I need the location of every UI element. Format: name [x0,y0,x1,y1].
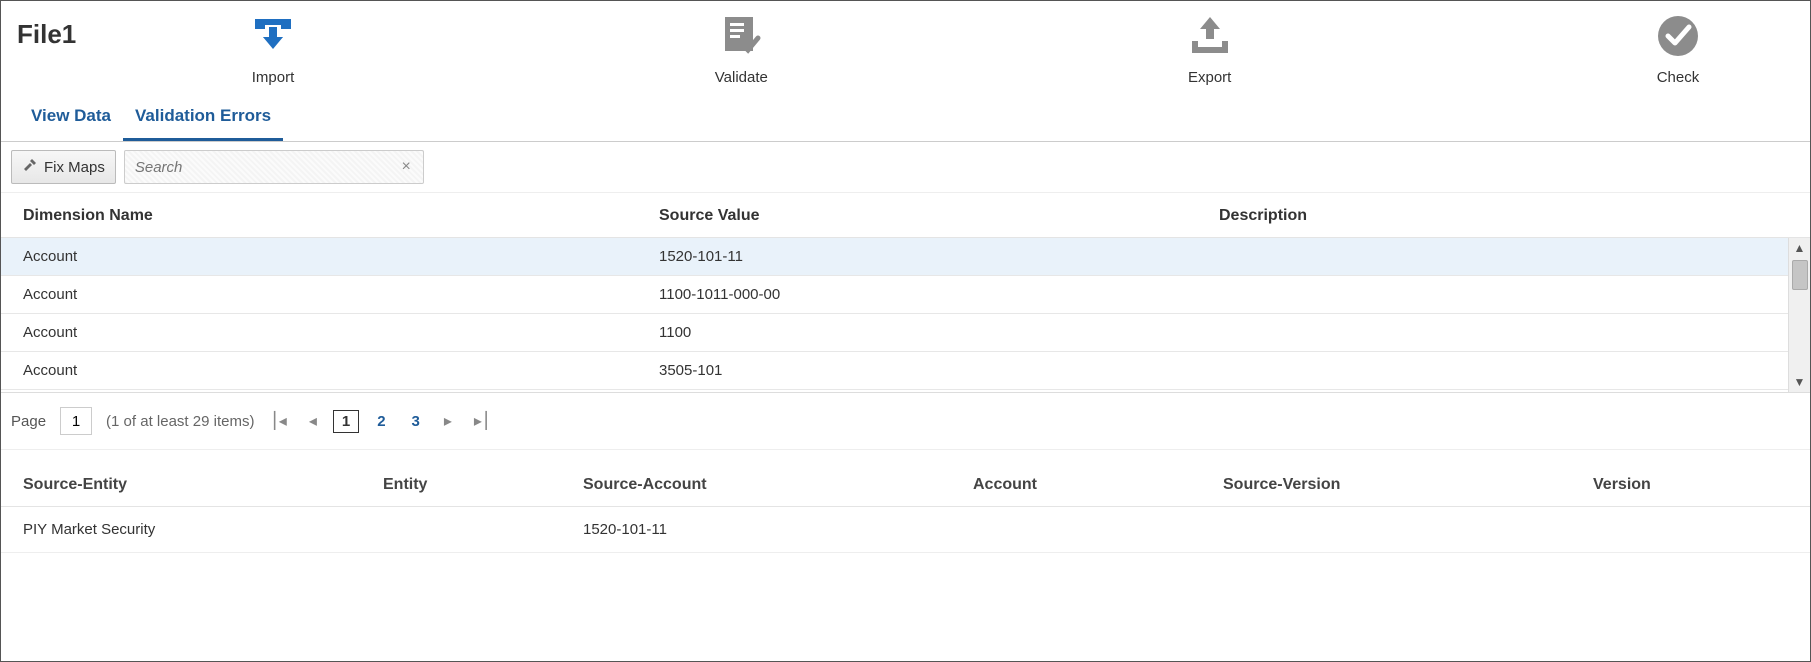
errors-table-body: Account 1520-101-11 Account 1100-1011-00… [1,238,1810,393]
search-field-wrap: × [124,150,424,184]
import-button[interactable]: Import [213,11,333,86]
fix-maps-label: Fix Maps [44,159,105,176]
errors-table: Dimension Name Source Value Description … [1,193,1810,393]
export-label: Export [1188,69,1231,86]
vertical-scrollbar[interactable]: ▲ ▼ [1788,238,1810,392]
page-number-2[interactable]: 2 [369,411,393,432]
check-icon [1652,11,1704,61]
scroll-thumb[interactable] [1792,260,1808,290]
cell-source-entity: PIY Market Security [1,521,361,538]
page-title: File1 [13,11,213,58]
import-icon [247,11,299,61]
last-page-icon[interactable]: ▸⎮ [468,409,496,433]
cell-source-value: 1100 [651,324,1211,341]
scroll-down-icon[interactable]: ▼ [1789,372,1810,392]
prev-page-icon[interactable]: ◂ [303,409,323,433]
cell-dimension: Account [1,362,651,379]
validate-label: Validate [715,69,768,86]
search-input[interactable] [133,158,398,177]
col-header-description[interactable]: Description [1211,207,1810,225]
col-header-dimension[interactable]: Dimension Name [1,207,651,225]
export-button[interactable]: Export [1150,11,1270,86]
col-header-source-account[interactable]: Source-Account [561,476,951,494]
tab-view-data[interactable]: View Data [19,92,123,141]
check-button[interactable]: Check [1618,11,1738,86]
detail-table-header: Source-Entity Entity Source-Account Acco… [1,450,1810,507]
page-number-3[interactable]: 3 [404,411,428,432]
cell-source-account: 1520-101-11 [561,521,951,538]
col-header-source-value[interactable]: Source Value [651,207,1211,225]
cell-dimension: Account [1,324,651,341]
validate-button[interactable]: Validate [681,11,801,86]
col-header-version[interactable]: Version [1571,476,1810,494]
table-row[interactable]: Account 1520-101-11 [1,238,1810,276]
col-header-source-entity[interactable]: Source-Entity [1,476,361,494]
cell-entity [361,521,561,538]
tab-validation-errors[interactable]: Validation Errors [123,92,283,141]
col-header-source-version[interactable]: Source-Version [1201,476,1571,494]
tabs-bar: View Data Validation Errors [1,92,1810,142]
scroll-up-icon[interactable]: ▲ [1792,238,1808,258]
errors-table-header: Dimension Name Source Value Description [1,193,1810,238]
cell-source-value: 3505-101 [651,362,1211,379]
clear-search-icon[interactable]: × [398,158,415,176]
next-page-icon[interactable]: ▸ [438,409,458,433]
page-label: Page [11,413,46,430]
export-icon [1184,11,1236,61]
cell-account [951,521,1201,538]
import-label: Import [252,69,295,86]
cell-dimension: Account [1,286,651,303]
pagination-bar: Page (1 of at least 29 items) ⎮◂ ◂ 1 2 3… [1,393,1810,450]
check-label: Check [1657,69,1700,86]
validate-icon [715,11,767,61]
page-info: (1 of at least 29 items) [106,413,254,430]
cell-dimension: Account [1,248,651,265]
workflow-toolbar: Import Validate [213,11,1798,86]
detail-row[interactable]: PIY Market Security 1520-101-11 [1,507,1810,553]
tools-icon [22,157,38,177]
col-header-entity[interactable]: Entity [361,476,561,494]
table-row[interactable]: Account 3505-101 [1,352,1810,390]
page-number-1[interactable]: 1 [333,410,359,433]
first-page-icon[interactable]: ⎮◂ [264,409,292,433]
fix-maps-button[interactable]: Fix Maps [11,150,116,184]
cell-version [1571,521,1810,538]
table-row[interactable]: Account 1100 [1,314,1810,352]
cell-source-version [1201,521,1571,538]
cell-source-value: 1100-1011-000-00 [651,286,1211,303]
control-bar: Fix Maps × [1,142,1810,193]
page-input[interactable] [60,407,92,435]
table-row[interactable]: Account 1100-1011-000-00 [1,276,1810,314]
col-header-account[interactable]: Account [951,476,1201,494]
cell-source-value: 1520-101-11 [651,248,1211,265]
